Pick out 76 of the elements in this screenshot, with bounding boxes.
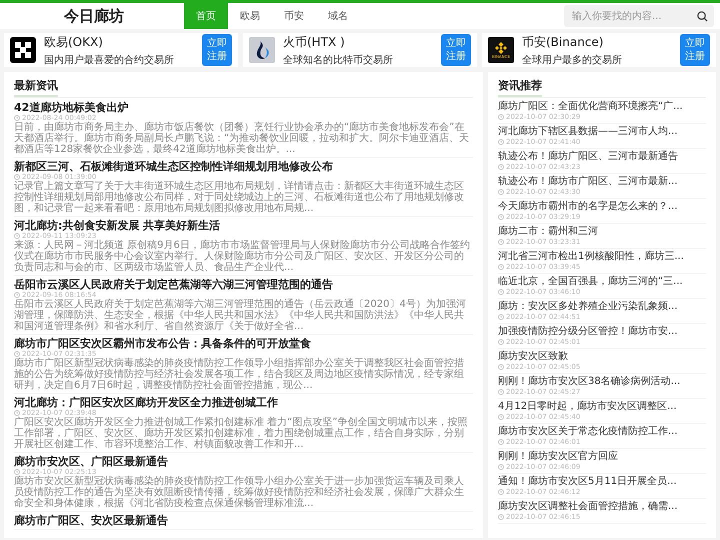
article-summary: 日前，由廊坊市商务局主办、廊坊市饭店餐饮（团餐）烹饪行业协会承办的“廊坊市美食地标发布会”在天都酒店举行。廊坊市商务局副局长卢鹏飞说：“为推动餐饮业回暖，拉动和扩大。阿尔卡迪亚酒店、天都酒店等128家餐饮企业参选，最终42道廊坊地标美食出炉。... (14, 122, 470, 155)
clock-icon (498, 239, 504, 245)
clock-icon (14, 174, 20, 180)
article-title[interactable]: 廊坊市广阳区、安次区最新通告 (14, 514, 473, 527)
register-button[interactable]: 立即注册 (680, 34, 710, 66)
recommended-link[interactable]: 廊坊二市：霸州和三河 (498, 226, 706, 238)
clock-icon (14, 351, 20, 357)
article-title[interactable]: 河北廊坊：广阳区安次区廊坊开发区全力推进创城工作 (14, 396, 473, 409)
article-title[interactable]: 廊坊市安次区、广阳区最新通告 (14, 455, 473, 468)
recommended-link[interactable]: 廊坊安次区调整社会面管控措施，确需... (498, 501, 706, 513)
exchange-name: 欧易(OKX) (44, 34, 104, 50)
article-summary: 廊坊市安次区新型冠状病毒感染的肺炎疫情防控工作领导小组办公室关于进一步加强货运车辆及司乘人员疫情防控工作的通告为坚决有效阻断疫情传播，统筹做好疫情防控和经济社会发展，保障广大群众生命安全和身体健康，根据《河北省防疫检查点保通保畅管理标准流... (14, 476, 465, 509)
recommended-link[interactable]: 廊坊安次区致歉 (498, 351, 706, 363)
recommended-link[interactable]: 廊坊市安次区关于常态化疫情防控工作... (498, 426, 706, 438)
recommended-link[interactable]: 4月12日零时起，廊坊市安次区调整区... (498, 401, 706, 413)
recommended-link[interactable]: 通知！廊坊市安次区5月11日开展全员... (498, 476, 706, 488)
exchange-description: 国内用户最喜爱的合约交易所 (44, 54, 175, 66)
recommended-link[interactable]: 今天廊坊市霸州市的名字是怎么来的？... (498, 201, 706, 213)
clock-icon (498, 114, 504, 120)
register-button[interactable]: 立即注册 (441, 34, 471, 66)
clock-icon (498, 214, 504, 220)
exchange-name: 火币(HTX ) (283, 34, 346, 50)
recommended-link[interactable]: 加强疫情防控分级分区管控！廊坊市安... (498, 326, 706, 338)
clock-icon (14, 115, 20, 121)
search-icon[interactable] (697, 10, 708, 22)
nav-link[interactable]: 欧易 (228, 3, 272, 29)
clock-icon (498, 264, 504, 270)
exchange-name: 币安(Binance) (522, 34, 604, 50)
recommended-link[interactable]: 轨迹公布！廊坊市广阳区、三河市最新... (498, 176, 706, 188)
recommended-link[interactable]: 廊坊广阳区：全面优化营商环境擦亮“广... (498, 101, 706, 113)
site-title: 今日廊坊 (62, 6, 125, 26)
article-title[interactable]: 岳阳市云溪区人民政府关于划定芭蕉湖等六湖三河管理范围的通告 (14, 278, 473, 291)
exchange-description: 全球用户最多的交易所 (522, 54, 623, 66)
clock-icon (498, 289, 504, 295)
clock-icon (498, 339, 504, 345)
clock-icon (498, 364, 504, 370)
checker-logo-icon (10, 37, 36, 63)
clock-icon (14, 410, 20, 416)
article-summary: 广阳区安次区廊坊开发区全力推进创城工作紧扣创建标准 着力“图点攻坚”争创全国文明城市以来，按照工作部署，广阳区、安次区、廊坊开发区紧扣创建标准，着力围绕创城重点工作，结合自身实际，分别开展社区创建工作、市容环境整治工作、村镇面貌改善工作和开... (14, 417, 469, 450)
clock-icon (498, 389, 504, 395)
article-summary: 岳阳市云溪区人民政府关于划定芭蕉湖等六湖三河管理范围的通告（岳云政通〔2020〕4号）为加强河湖管理，保障防洪、生态安全，根据《中华人民共和国水法》《中华人民共和国防洪法》《中华人民共和国河道管理条例》和省水利厅、省自然资源厅《关于做好全省... (14, 299, 467, 332)
article-title[interactable]: 新都区三河、石板滩街道环城生态区控制性详细规划用地修改公布 (14, 160, 473, 173)
clock-icon (498, 164, 504, 170)
recommended-link[interactable]: 轨迹公布！廊坊广阳区、三河市最新通告 (498, 151, 706, 163)
recommended-link[interactable]: 河北省三河市检出1例核酸阳性，廊坊三... (498, 251, 706, 263)
clock-icon (14, 233, 20, 239)
nav-link[interactable]: 币安 (272, 3, 316, 29)
clock-icon (498, 439, 504, 445)
clock-icon (498, 189, 504, 195)
recommended-link[interactable]: 廊坊：安次区多处养殖企业污染乱象频... (498, 301, 706, 313)
flame-logo-icon (249, 37, 275, 63)
article-title[interactable]: 河北廊坊:共创食安新发展 共享美好新生活 (14, 219, 473, 232)
clock-icon (498, 414, 504, 420)
search-field[interactable]: 输入你要找的内容... (564, 5, 714, 27)
recommended-link[interactable]: 刚刚！廊坊安次区官方回应 (498, 451, 706, 463)
nav-link[interactable]: 域名 (316, 3, 360, 29)
exchange-description: 全球知名的比特币交易所 (283, 54, 394, 66)
article-summary: 来源：人民网－河北频道 原创稿9月6日，廊坊市市场监督管理局与人保财险廊坊市分公司战略合作签约仪式在廊坊市市民服务中心会议室内举行。人保财险廊坊市分公司及广阳区、安次区、开发区分公司的负责同志和与会的市、区两级市场监管人员、食品生产企业代... (14, 240, 471, 273)
section-heading: 最新资讯 (14, 75, 58, 97)
clock-icon (14, 292, 20, 298)
clock-icon (498, 314, 504, 320)
recommended-link[interactable]: 刚刚！廊坊市安次区38名确诊病例活动... (498, 376, 706, 388)
article-summary: 记录官上篇文章写了关于大丰街道环城生态区用地布局规划，详情请点击：新都区大丰街道环城生态区控制性详细规划局部用地修改公布同样，对于同处绕城边上的三河、石板滩街道也公布了用地规划修改图，和记录官一起来看看吧：原用地布局规划图拟修改用地布局规... (14, 181, 465, 214)
clock-icon (498, 514, 504, 520)
article-title[interactable]: 廊坊市广阳区安次区霸州市发布公告：具备条件的可开放堂食 (14, 337, 473, 350)
clock-icon (498, 489, 504, 495)
article-title[interactable]: 42道廊坊地标美食出炉 (14, 101, 473, 114)
recommended-link[interactable]: 河北廊坊下辖区县数据——三河市人均... (498, 126, 706, 138)
clock-icon (498, 139, 504, 145)
article-summary: 廊坊市广阳区新型冠状病毒感染的肺炎疫情防控工作领导小组指挥部办公室关于调整我区社会面管控措施的公告为统筹做好疫情防控与经济社会发展各项工作，结合我区及周边地区疫情实际情况，经专家组研判，决定自6月7日6时起，调整疫情防控社会面管控措施，现公... (14, 358, 465, 391)
clock-icon (498, 464, 504, 470)
register-button[interactable]: 立即注册 (202, 34, 232, 66)
recommended-link[interactable]: 临近北京，全国百强县，廊坊三河的“三... (498, 276, 706, 288)
clock-icon (14, 469, 20, 475)
section-heading: 资讯推荐 (498, 75, 542, 97)
search-input[interactable]: 输入你要找的内容... (570, 10, 697, 22)
